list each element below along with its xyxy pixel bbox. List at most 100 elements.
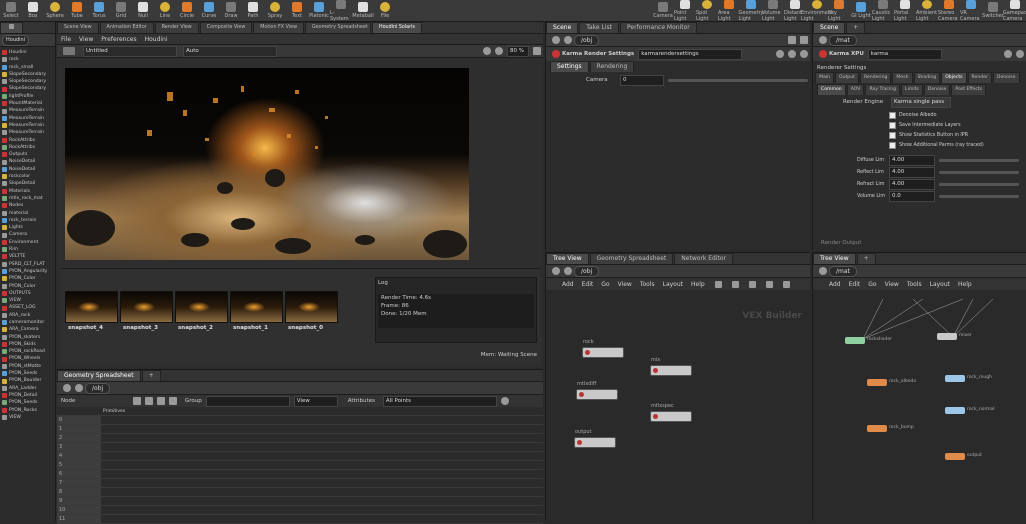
- tab-karma-sub-4[interactable]: Denoise: [923, 83, 951, 95]
- shelf-tool-torus[interactable]: Torus: [88, 0, 110, 22]
- tab-render-5[interactable]: Geometry Spreadsheet: [305, 22, 371, 33]
- shelf-tool-text[interactable]: Text: [286, 0, 308, 22]
- shelf-tool-camera[interactable]: Camera: [652, 0, 674, 22]
- help-icon[interactable]: [1016, 50, 1024, 58]
- tree-item[interactable]: PYON_Skids: [2, 341, 55, 348]
- shelf-tool-file[interactable]: File: [374, 0, 396, 22]
- back-icon[interactable]: [63, 384, 71, 392]
- tab-tree[interactable]: [0, 22, 23, 33]
- param-path[interactable]: /obj: [574, 34, 600, 46]
- tree-item[interactable]: SlopeSecondary: [2, 71, 55, 78]
- tree-item[interactable]: MeasureTerrain: [2, 129, 55, 136]
- geo-attributes-field[interactable]: All Points: [382, 395, 497, 407]
- pause-icon[interactable]: [483, 47, 491, 55]
- pin-icon[interactable]: [788, 36, 796, 44]
- tree-item[interactable]: NoiseDetail: [2, 166, 55, 173]
- tab-param-0[interactable]: Scene: [546, 22, 579, 33]
- tree-item[interactable]: Houdini: [2, 49, 55, 56]
- tab-add[interactable]: +: [856, 253, 876, 264]
- table-row[interactable]: 8: [57, 488, 543, 497]
- material-node[interactable]: rock_normal: [945, 407, 995, 414]
- tree-item[interactable]: ARA_Ladder: [2, 385, 55, 392]
- tree-item[interactable]: PYON_stMatte: [2, 363, 55, 370]
- back-icon[interactable]: [819, 267, 827, 275]
- tree-item[interactable]: PYON_rockRoad: [2, 348, 55, 355]
- tab-karma-shading[interactable]: Shading: [913, 71, 941, 83]
- tab-karma-denoise[interactable]: Denoise: [992, 71, 1020, 83]
- tree-item[interactable]: VELTTE: [2, 253, 55, 260]
- gear-icon[interactable]: [1004, 50, 1012, 58]
- tree-item[interactable]: material: [2, 210, 55, 217]
- vex-node[interactable]: mtlxdiff: [576, 381, 618, 400]
- shelf-tool-gamepad[interactable]: Gamepad Camera: [1003, 0, 1026, 22]
- tab-karma-mesh[interactable]: Mesh: [892, 71, 913, 83]
- field-slider[interactable]: [939, 194, 1019, 198]
- vex-node[interactable]: rock: [582, 339, 624, 358]
- tree-item[interactable]: PYON_Seeds: [2, 399, 55, 406]
- tab-karma-sub-5[interactable]: Post Effects: [951, 83, 987, 95]
- tree-item[interactable]: Environment: [2, 239, 55, 246]
- menu-layout[interactable]: Layout: [663, 281, 683, 288]
- tree-item[interactable]: MeasureTerrain: [2, 115, 55, 122]
- back-icon[interactable]: [819, 36, 827, 44]
- tree-path[interactable]: Houdini: [2, 34, 30, 46]
- material-node[interactable]: mixer: [937, 333, 972, 340]
- geo-view-dropdown[interactable]: View: [293, 395, 338, 407]
- table-row[interactable]: 2: [57, 434, 543, 443]
- vex-node[interactable]: mtlxspec: [650, 403, 692, 422]
- tree-item[interactable]: mtlx_rock_mat: [2, 195, 55, 202]
- tab-render-6[interactable]: Houdini Solaris: [372, 22, 422, 33]
- tree-item[interactable]: Lights: [2, 224, 55, 231]
- grid-icon[interactable]: [731, 280, 739, 288]
- tree-item[interactable]: PYON_Color: [2, 283, 55, 290]
- help-icon-2[interactable]: [788, 50, 796, 58]
- tab-karma-sub-2[interactable]: Ray Tracing: [865, 83, 901, 95]
- back-icon[interactable]: [552, 36, 560, 44]
- tree-item[interactable]: SlopeDetail: [2, 180, 55, 187]
- karma-mode-dropdown[interactable]: Karma single pass: [891, 96, 951, 108]
- tab-geometry-spreadsheet[interactable]: Geometry Spreadsheet: [57, 370, 141, 381]
- shelf-tool-environment-light[interactable]: Environment Light: [801, 0, 833, 22]
- tree-item[interactable]: Outputs: [2, 151, 55, 158]
- wrench-icon[interactable]: [714, 280, 722, 288]
- field-value[interactable]: 0.0: [889, 190, 935, 202]
- tree-item[interactable]: Rim: [2, 246, 55, 253]
- menu-layout[interactable]: Layout: [930, 281, 950, 288]
- tree-item[interactable]: MeasureTerrain: [2, 107, 55, 114]
- tree-item[interactable]: NoiseDetail: [2, 158, 55, 165]
- shelf-tool-lsystem[interactable]: L-System: [330, 0, 352, 22]
- vex-node[interactable]: output: [574, 429, 616, 448]
- tree-item[interactable]: PYON_Angularity: [2, 268, 55, 275]
- shelf-tool-point-light[interactable]: Point Light: [674, 0, 696, 22]
- table-row[interactable]: 1: [57, 425, 543, 434]
- dot-icon[interactable]: [748, 280, 756, 288]
- shelf-tool-metaball[interactable]: Metaball: [352, 0, 374, 22]
- tree-item[interactable]: OUTPUTS: [2, 290, 55, 297]
- menu-preferences[interactable]: Preferences: [101, 36, 136, 43]
- tab-vex-2[interactable]: Network Editor: [674, 253, 733, 264]
- tab-add[interactable]: +: [846, 22, 866, 33]
- shelf-tool-platonic[interactable]: Platonic: [308, 0, 330, 22]
- field-value[interactable]: 4.00: [889, 178, 935, 190]
- shelf-tool-switcher[interactable]: Switcher: [982, 0, 1004, 22]
- points-icon[interactable]: [133, 397, 141, 405]
- tab-rendering[interactable]: Rendering: [589, 60, 635, 72]
- primitives-icon[interactable]: [157, 397, 165, 405]
- menu-houdini[interactable]: Houdini: [145, 36, 168, 43]
- settings-icon[interactable]: [533, 47, 541, 55]
- menu-view[interactable]: View: [885, 281, 899, 288]
- material-node[interactable]: rock_bump: [867, 425, 914, 432]
- vertices-icon[interactable]: [145, 397, 153, 405]
- menu-file[interactable]: File: [61, 36, 71, 43]
- tree-item[interactable]: ARA_rock: [2, 312, 55, 319]
- geo-path[interactable]: /obj: [85, 382, 111, 394]
- shelf-tool-spot-light[interactable]: Spot Light: [696, 0, 718, 22]
- menu-tools[interactable]: Tools: [640, 281, 655, 288]
- tab-param-2[interactable]: Performance Monitor: [620, 22, 697, 33]
- shelf-tool-draw[interactable]: Draw: [220, 0, 242, 22]
- help-icon[interactable]: [800, 36, 808, 44]
- param-node-name[interactable]: karmarendersettings: [638, 48, 743, 60]
- tree-item[interactable]: lightProfile: [2, 93, 55, 100]
- shelf-tool-stereo-camera[interactable]: Stereo Camera: [938, 0, 960, 22]
- tab-karma-rendering[interactable]: Rendering: [859, 71, 892, 83]
